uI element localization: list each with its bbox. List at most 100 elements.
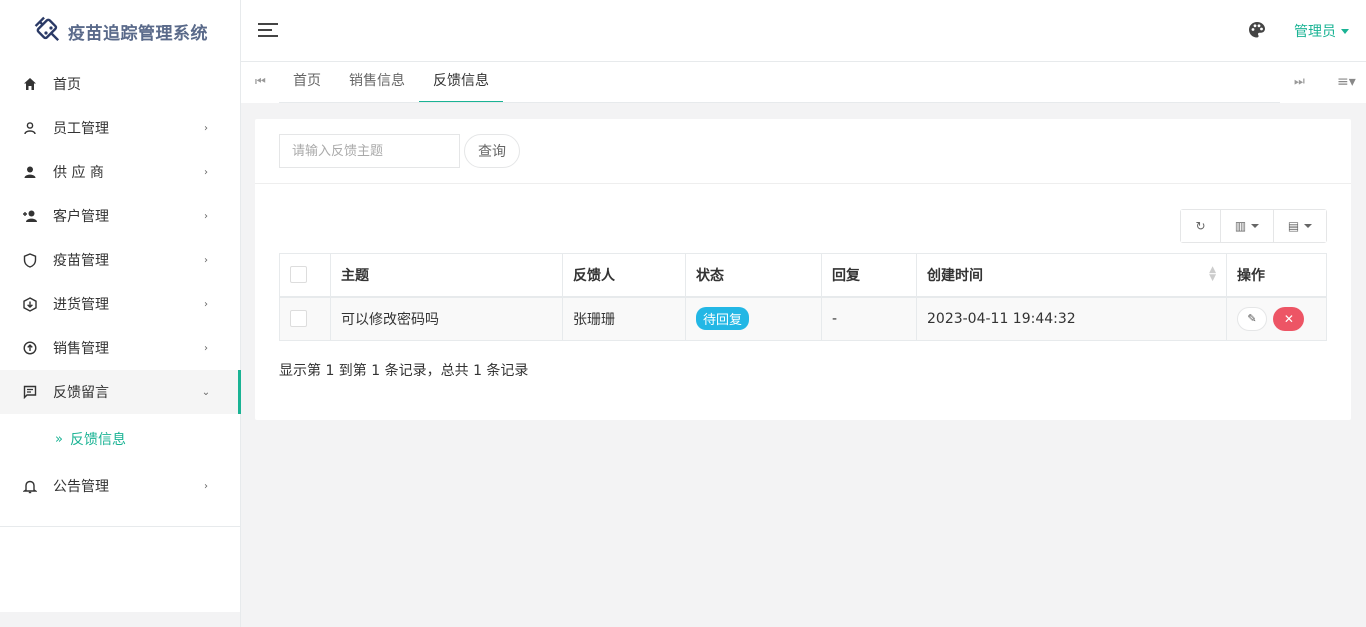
chevron-right-icon: › xyxy=(204,342,208,354)
user-name: 管理员 xyxy=(1294,24,1336,40)
shield-icon xyxy=(22,252,38,268)
search-form: 查询 xyxy=(279,134,520,168)
chevron-right-icon: › xyxy=(204,210,208,222)
columns-icon: ▥ xyxy=(1234,219,1247,233)
upload-icon xyxy=(22,340,38,356)
select-all-cell xyxy=(279,253,331,298)
top-header: 管理员 xyxy=(241,0,1366,62)
sidebar-footer xyxy=(0,612,240,627)
sidebar-nav: 首页 员工管理 › 供 应 商 › 客户管理 › 疫苗管理 › 进货管理 › 销… xyxy=(0,62,241,508)
sidebar-item-sales[interactable]: 销售管理 › xyxy=(0,326,240,370)
tab-feedback-info[interactable]: 反馈信息 xyxy=(419,62,503,103)
sidebar-divider xyxy=(0,526,240,527)
sidebar-item-label: 进货管理 xyxy=(53,297,109,313)
column-header-label: 创建时间 xyxy=(927,267,983,284)
row-checkbox[interactable] xyxy=(290,310,307,328)
refresh-icon: ↻ xyxy=(1195,219,1206,233)
tab-home[interactable]: 首页 xyxy=(279,62,335,103)
download-icon xyxy=(22,296,38,312)
row-select-cell xyxy=(279,296,331,341)
sidebar-subitem-feedback-info[interactable]: » 反馈信息 xyxy=(0,414,240,464)
palette-icon[interactable] xyxy=(1248,21,1266,39)
sort-icon: ▲ ▼ xyxy=(1209,264,1216,283)
cell-created: 2023-04-11 19:44:32 xyxy=(916,296,1227,341)
tabs-scroll-right-icon[interactable]: ⏭ xyxy=(1294,74,1305,89)
sidebar-item-home[interactable]: 首页 xyxy=(0,62,240,106)
tab-sales-info[interactable]: 销售信息 xyxy=(335,62,419,103)
sidebar-item-label: 疫苗管理 xyxy=(53,253,109,269)
divider xyxy=(255,183,1351,184)
logo[interactable]: 疫苗追踪管理系统 xyxy=(0,0,240,62)
content-panel: 查询 ↻ ▥ ▤ 主题 反馈人 状态 回复 创建时间 ▲▼ 操作 xyxy=(255,119,1351,420)
sidebar-item-label: 反馈留言 xyxy=(53,385,109,401)
table-row: 可以修改密码吗 张珊珊 待回复 - 2023-04-11 19:44:32 ✎ … xyxy=(279,296,1327,341)
column-header-sortable[interactable]: 创建时间 ▲ ▼ xyxy=(916,253,1227,298)
sidebar-item-label: 客户管理 xyxy=(53,209,109,225)
message-icon xyxy=(22,384,38,400)
caret-down-icon xyxy=(1304,224,1313,228)
double-chevron-right-icon: » xyxy=(55,431,63,447)
home-icon xyxy=(22,76,38,92)
chevron-right-icon: › xyxy=(204,480,208,492)
cell-user: 张珊珊 xyxy=(562,296,686,341)
cell-subject: 可以修改密码吗 xyxy=(330,296,563,341)
select-all-checkbox[interactable] xyxy=(290,266,307,284)
sidebar: 疫苗追踪管理系统 首页 员工管理 › 供 应 商 › 客户管理 › 疫苗管理 ›… xyxy=(0,0,241,627)
search-input[interactable] xyxy=(279,134,460,168)
sidebar-item-label: 供 应 商 xyxy=(53,165,104,181)
cell-status: 待回复 xyxy=(685,296,822,341)
cell-reply: - xyxy=(821,296,917,341)
syringe-logo-icon xyxy=(34,16,60,42)
bell-icon xyxy=(22,478,38,494)
pencil-icon: ✎ xyxy=(1247,312,1257,326)
column-header: 操作 xyxy=(1226,253,1327,298)
table-header-row: 主题 反馈人 状态 回复 创建时间 ▲ ▼ 操作 xyxy=(279,253,1327,298)
person-outline-icon xyxy=(22,120,38,136)
sidebar-item-label: 公告管理 xyxy=(53,479,109,495)
sidebar-item-purchase[interactable]: 进货管理 › xyxy=(0,282,240,326)
person-icon xyxy=(22,164,38,180)
chevron-right-icon: › xyxy=(204,166,208,178)
sidebar-item-notice[interactable]: 公告管理 › xyxy=(0,464,240,508)
export-button[interactable]: ▤ xyxy=(1274,210,1326,242)
close-icon: ✕ xyxy=(1283,311,1294,326)
column-header[interactable]: 状态 xyxy=(685,253,822,298)
sidebar-item-label: 员工管理 xyxy=(53,121,109,137)
pagination-info: 显示第 1 到第 1 条记录，总共 1 条记录 xyxy=(279,363,529,379)
tabs-bar: ⏮ 首页 销售信息 反馈信息 ⏭ ≡▾ xyxy=(241,62,1366,103)
columns-button[interactable]: ▥ xyxy=(1221,210,1274,242)
column-header[interactable]: 回复 xyxy=(821,253,917,298)
tabs-menu-icon[interactable]: ≡▾ xyxy=(1337,74,1356,90)
user-menu[interactable]: 管理员 xyxy=(1294,21,1349,41)
menu-toggle-icon[interactable] xyxy=(258,23,278,39)
person-add-icon xyxy=(22,208,38,224)
table-toolbar: ↻ ▥ ▤ xyxy=(1180,209,1327,243)
sidebar-item-feedback[interactable]: 反馈留言 ⌄ xyxy=(0,370,241,414)
chevron-right-icon: › xyxy=(204,298,208,310)
status-badge: 待回复 xyxy=(696,307,750,331)
tabs: 首页 销售信息 反馈信息 xyxy=(279,62,503,103)
sidebar-item-supplier[interactable]: 供 应 商 › xyxy=(0,150,240,194)
caret-down-icon xyxy=(1251,224,1260,228)
tabs-scroll-left-icon[interactable]: ⏮ xyxy=(255,74,266,89)
sidebar-item-label: 销售管理 xyxy=(53,341,109,357)
column-header[interactable]: 主题 xyxy=(330,253,563,298)
refresh-button[interactable]: ↻ xyxy=(1181,210,1221,242)
sidebar-item-customer[interactable]: 客户管理 › xyxy=(0,194,240,238)
sidebar-item-vaccine[interactable]: 疫苗管理 › xyxy=(0,238,240,282)
chevron-down-icon: ⌄ xyxy=(201,386,211,398)
sidebar-item-label: 首页 xyxy=(53,77,81,93)
chevron-right-icon: › xyxy=(204,122,208,134)
file-icon: ▤ xyxy=(1287,219,1300,233)
caret-down-icon xyxy=(1341,28,1349,34)
chevron-right-icon: › xyxy=(204,254,208,266)
tabs-underline xyxy=(279,102,1280,103)
search-button[interactable]: 查询 xyxy=(464,134,520,168)
app-title: 疫苗追踪管理系统 xyxy=(68,23,208,44)
sidebar-item-staff[interactable]: 员工管理 › xyxy=(0,106,240,150)
column-header[interactable]: 反馈人 xyxy=(562,253,686,298)
cell-actions: ✎ ✕ xyxy=(1226,296,1327,341)
edit-button[interactable]: ✎ xyxy=(1237,306,1267,331)
sidebar-subitem-label: 反馈信息 xyxy=(69,432,126,448)
delete-button[interactable]: ✕ xyxy=(1273,306,1305,331)
